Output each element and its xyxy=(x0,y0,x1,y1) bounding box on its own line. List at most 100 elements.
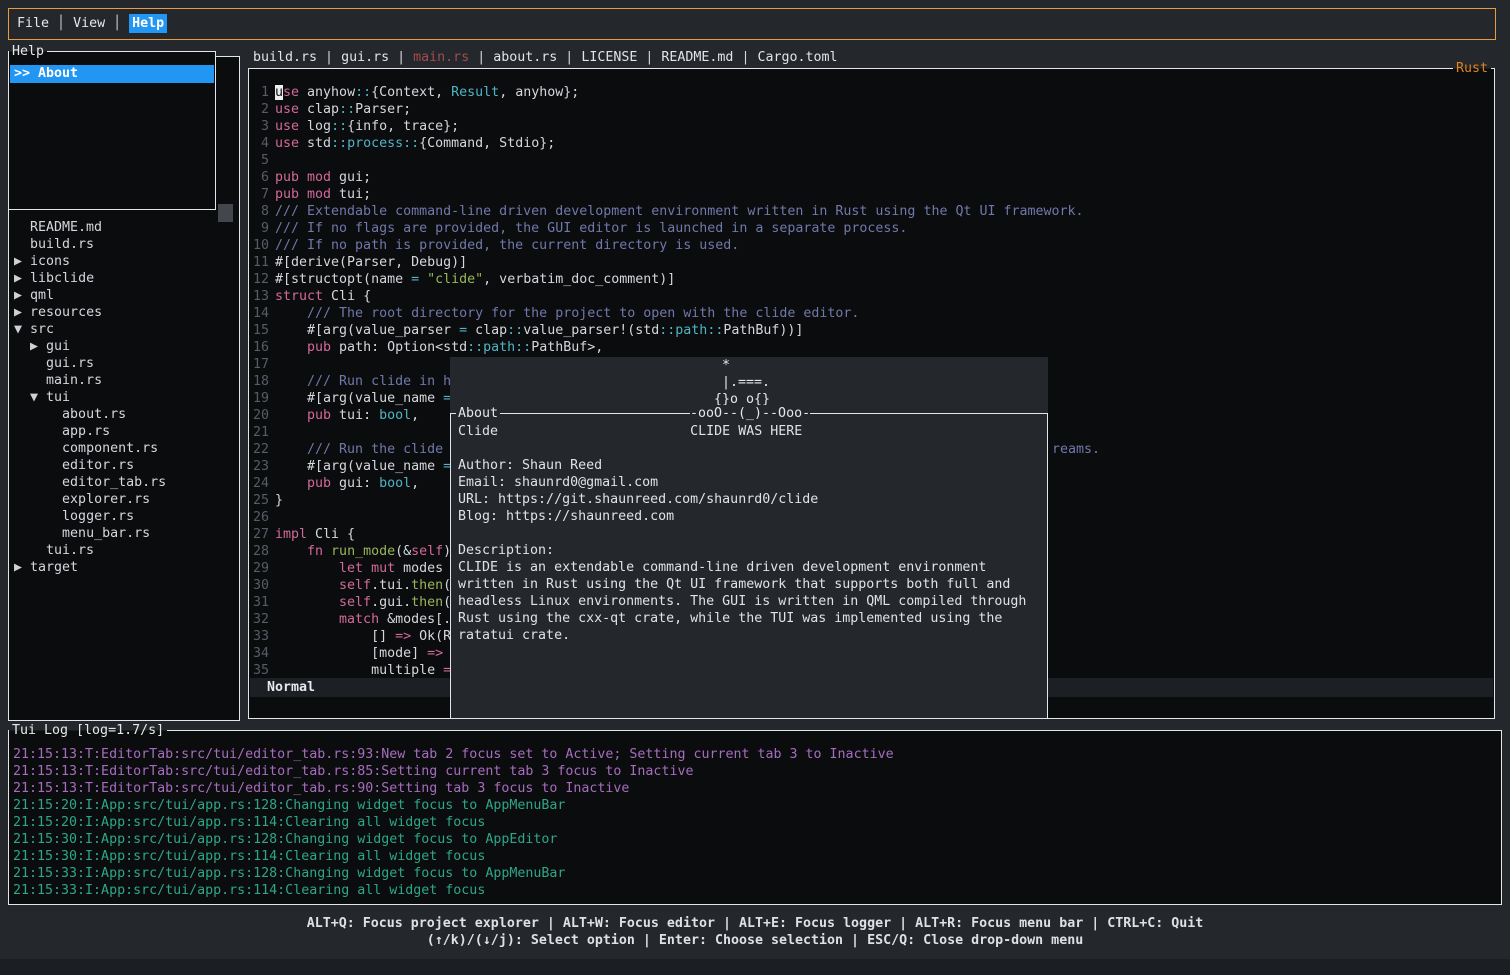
code-text: /// Run clide in h xyxy=(275,373,451,390)
tree-item[interactable]: app.rs xyxy=(10,423,238,440)
tree-item-label: icons xyxy=(30,254,70,269)
line-number: 6 xyxy=(250,169,269,186)
line-number: 29 xyxy=(250,560,269,577)
code-line[interactable]: 6pub mod gui; xyxy=(249,169,1493,186)
tree-item-label: target xyxy=(30,560,78,575)
tab-build.rs[interactable]: build.rs xyxy=(253,50,317,65)
tree-item[interactable]: ▶ gui xyxy=(10,338,238,355)
code-text: } xyxy=(275,492,283,509)
tree-item-label: explorer.rs xyxy=(62,492,150,507)
code-line[interactable]: 16 pub path: Option<std::path::PathBuf>, xyxy=(249,339,1493,356)
tree-item[interactable]: main.rs xyxy=(10,372,238,389)
code-line[interactable]: 9/// If no flags are provided, the GUI e… xyxy=(249,220,1493,237)
tree-item[interactable]: tui.rs xyxy=(10,542,238,559)
line-number: 31 xyxy=(250,594,269,611)
tree-item[interactable]: ▶ resources xyxy=(10,304,238,321)
tree-item[interactable]: component.rs xyxy=(10,440,238,457)
tab-cargo.toml[interactable]: Cargo.toml xyxy=(757,50,837,65)
tree-item[interactable]: ▼ tui xyxy=(10,389,238,406)
code-line[interactable]: 5 xyxy=(249,152,1493,169)
code-text: multiple = xyxy=(275,662,451,679)
code-text: /// Run the clide xyxy=(275,441,451,458)
language-badge: Rust xyxy=(1453,60,1491,77)
tree-item[interactable]: ▶ qml xyxy=(10,287,238,304)
code-line[interactable]: 7pub mod tui; xyxy=(249,186,1493,203)
line-number: 16 xyxy=(250,339,269,356)
menu-separator: │ xyxy=(49,16,73,31)
log-panel-title: Tui Log [log=1.7/s] xyxy=(9,722,167,739)
tree-item-label: component.rs xyxy=(62,441,158,456)
tab-gui.rs[interactable]: gui.rs xyxy=(341,50,389,65)
line-number: 25 xyxy=(250,492,269,509)
code-text: #[arg(value_parser = clap::value_parser!… xyxy=(275,322,803,339)
tree-item[interactable]: build.rs xyxy=(10,236,238,253)
help-dropdown-title: Help xyxy=(9,43,47,60)
tree-item[interactable]: about.rs xyxy=(10,406,238,423)
chevron-right-icon: ▶ xyxy=(14,288,22,303)
chevron-right-icon: ▶ xyxy=(14,560,22,575)
chevron-down-icon: ▼ xyxy=(14,322,22,337)
tree-item[interactable]: editor_tab.rs xyxy=(10,474,238,491)
tree-item[interactable]: ▶ icons xyxy=(10,253,238,270)
tree-item-label: main.rs xyxy=(46,373,102,388)
code-text: use log::{info, trace}; xyxy=(275,118,459,135)
code-line[interactable]: 4use std::process::{Command, Stdio}; xyxy=(249,135,1493,152)
code-text: struct Cli { xyxy=(275,288,371,305)
about-popup: * |.===. {}o o{} About -ooO--(_)--Ooo- C… xyxy=(450,357,1048,719)
code-text: #[arg(value_name = xyxy=(275,458,451,475)
code-text: #[derive(Parser, Debug)] xyxy=(275,254,467,271)
tree-item[interactable]: README.md xyxy=(10,219,238,236)
menu-item-help[interactable]: Help xyxy=(129,14,167,33)
tree-item[interactable]: menu_bar.rs xyxy=(10,525,238,542)
about-popup-title: About xyxy=(456,405,500,422)
menu-item-view[interactable]: View xyxy=(73,16,105,31)
code-line[interactable]: 10/// If no path is provided, the curren… xyxy=(249,237,1493,254)
tree-item[interactable]: gui.rs xyxy=(10,355,238,372)
code-line[interactable]: 12#[structopt(name = "clide", verbatim_d… xyxy=(249,271,1493,288)
editor-tab-bar: build.rs | gui.rs | main.rs | about.rs |… xyxy=(253,49,838,66)
file-tree: README.md build.rs▶ icons▶ libclide▶ qml… xyxy=(10,219,238,576)
line-number: 20 xyxy=(250,407,269,424)
line-number: 33 xyxy=(250,628,269,645)
code-line[interactable]: 13struct Cli { xyxy=(249,288,1493,305)
chevron-right-icon: ▶ xyxy=(14,254,22,269)
log-entry: 21:15:13:T:EditorTab:src/tui/editor_tab.… xyxy=(11,780,1499,797)
log-entry: 21:15:13:T:EditorTab:src/tui/editor_tab.… xyxy=(11,763,1499,780)
tree-item-label: gui.rs xyxy=(46,356,94,371)
tree-item-label: README.md xyxy=(30,220,102,235)
line-number: 15 xyxy=(250,322,269,339)
line-number: 28 xyxy=(250,543,269,560)
line-number: 11 xyxy=(250,254,269,271)
tree-item[interactable]: editor.rs xyxy=(10,457,238,474)
tab-main.rs[interactable]: main.rs xyxy=(413,50,469,65)
tree-item[interactable]: logger.rs xyxy=(10,508,238,525)
code-text: /// The root directory for the project t… xyxy=(275,305,859,322)
line-number: 27 xyxy=(250,526,269,543)
code-line[interactable]: 11 #[derive(Parser, Debug)] xyxy=(249,254,1493,271)
tree-item[interactable]: ▶ libclide xyxy=(10,270,238,287)
menu-option-about[interactable]: >> About xyxy=(10,65,214,83)
tab-readme.md[interactable]: README.md xyxy=(661,50,733,65)
code-line[interactable]: 15 #[arg(value_parser = clap::value_pars… xyxy=(249,322,1493,339)
tree-item[interactable]: ▼ src xyxy=(10,321,238,338)
code-line[interactable]: 14 /// The root directory for the projec… xyxy=(249,305,1493,322)
scrollbar-thumb[interactable] xyxy=(218,204,233,222)
tab-license[interactable]: LICENSE xyxy=(581,50,637,65)
tab-about.rs[interactable]: about.rs xyxy=(493,50,557,65)
text-cursor: u xyxy=(275,85,283,100)
code-line[interactable]: 8/// Extendable command-line driven deve… xyxy=(249,203,1493,220)
menu-option-about-label: >> About xyxy=(14,65,214,83)
keybind-hints-line2: (↑/k)/(↓/j): Select option | Enter: Choo… xyxy=(0,932,1510,949)
tree-item[interactable]: ▶ target xyxy=(10,559,238,576)
chevron-right-icon: ▶ xyxy=(14,305,22,320)
tab-separator: | xyxy=(389,50,413,65)
line-number: 7 xyxy=(250,186,269,203)
tree-item-label: editor.rs xyxy=(62,458,134,473)
code-line[interactable]: 3use log::{info, trace}; xyxy=(249,118,1493,135)
code-line[interactable]: 1use anyhow::{Context, Result, anyhow}; xyxy=(249,84,1493,101)
help-dropdown: Help >> About xyxy=(8,51,216,210)
tree-item[interactable]: explorer.rs xyxy=(10,491,238,508)
code-line[interactable]: 2use clap::Parser; xyxy=(249,101,1493,118)
tree-item-label: libclide xyxy=(30,271,94,286)
menu-item-file[interactable]: File xyxy=(17,16,49,31)
